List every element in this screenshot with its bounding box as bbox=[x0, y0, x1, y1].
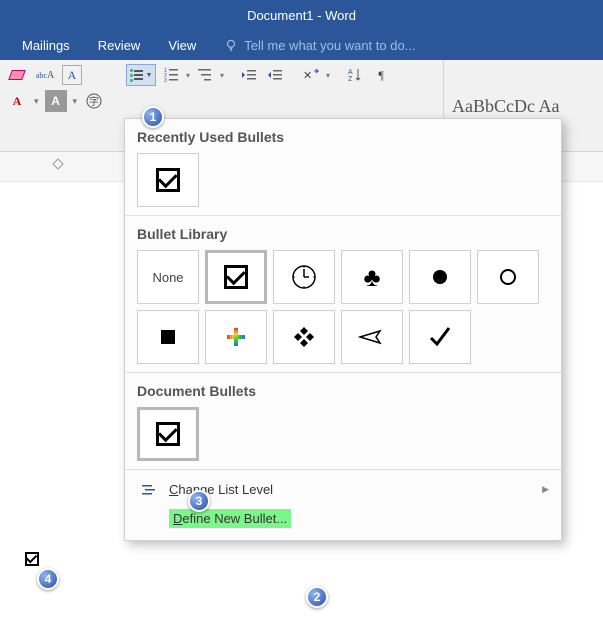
submenu-arrow-icon: ▶ bbox=[542, 484, 549, 495]
enclose-characters-button[interactable]: 字 bbox=[83, 90, 105, 112]
annotation-badge-4: 4 bbox=[37, 568, 59, 590]
chevron-down-icon: ▼ bbox=[146, 72, 153, 79]
phonetic-button[interactable]: abcA bbox=[34, 64, 56, 86]
multilevel-caret-icon[interactable]: ▾ bbox=[220, 71, 224, 80]
character-border-button[interactable]: A bbox=[62, 65, 82, 85]
recent-bullet-checkbox[interactable] bbox=[137, 153, 199, 207]
document-bullets-header: Document Bullets bbox=[125, 373, 561, 407]
svg-text:3: 3 bbox=[164, 78, 167, 83]
library-bullet-diamond4[interactable] bbox=[273, 310, 335, 364]
annotation-badge-2: 2 bbox=[306, 586, 328, 608]
font-group: abcA A A ▾ A ▾ 字 bbox=[0, 60, 111, 151]
checkmark-icon bbox=[427, 324, 453, 350]
library-bullet-clock[interactable] bbox=[273, 250, 335, 304]
library-bullet-check[interactable] bbox=[409, 310, 471, 364]
paragraph-group: 123 ▾ ▾ ✕ ▾ AZ ¶ bbox=[160, 64, 392, 86]
svg-text:✕: ✕ bbox=[303, 70, 312, 82]
library-bullet-club[interactable]: ♣ bbox=[341, 250, 403, 304]
svg-text:Z: Z bbox=[348, 76, 353, 83]
library-bullet-none[interactable]: None bbox=[137, 250, 199, 304]
arrow-icon bbox=[358, 328, 386, 346]
numbering-caret-icon[interactable]: ▾ bbox=[186, 71, 190, 80]
recently-used-header: Recently Used Bullets bbox=[125, 119, 561, 153]
ribbon-tab-strip: Mailings Review View Tell me what you wa… bbox=[0, 30, 603, 60]
tell-me-placeholder: Tell me what you want to do... bbox=[244, 38, 415, 53]
annotation-badge-1: 1 bbox=[142, 106, 164, 128]
style-preview-normal: AaBbCcDc Aa bbox=[452, 96, 559, 117]
bullets-lines-icon bbox=[134, 70, 143, 80]
change-level-icon bbox=[141, 484, 157, 496]
checkbox-icon bbox=[224, 265, 248, 289]
titlebar: Document1 - Word bbox=[0, 0, 603, 30]
bullets-icon bbox=[130, 69, 133, 82]
clock-icon bbox=[291, 264, 317, 290]
enclose-icon: 字 bbox=[85, 92, 103, 110]
bullets-dropdown-button[interactable]: ▼ bbox=[126, 64, 156, 86]
eraser-icon bbox=[8, 70, 26, 80]
multilevel-list-button[interactable] bbox=[194, 64, 216, 86]
define-new-bullet-label: Define New Bullet... bbox=[169, 509, 291, 528]
library-bullet-colorplus[interactable] bbox=[205, 310, 267, 364]
four-diamond-icon bbox=[292, 325, 316, 349]
text-dir-caret-icon[interactable]: ▾ bbox=[326, 71, 330, 80]
clear-format-button[interactable] bbox=[6, 64, 28, 86]
text-direction-button[interactable]: ✕ bbox=[300, 64, 322, 86]
tell-me-search[interactable]: Tell me what you want to do... bbox=[210, 34, 429, 57]
bullets-dropdown-menu: Recently Used Bullets Bullet Library Non… bbox=[124, 118, 562, 541]
library-bullet-circle[interactable] bbox=[477, 250, 539, 304]
library-bullet-arrow[interactable] bbox=[341, 310, 403, 364]
tab-view[interactable]: View bbox=[154, 34, 210, 57]
annotation-badge-3: 3 bbox=[188, 490, 210, 512]
font-color-caret-icon[interactable]: ▾ bbox=[34, 96, 39, 107]
increase-indent-button[interactable] bbox=[264, 64, 286, 86]
decrease-indent-button[interactable] bbox=[238, 64, 260, 86]
lightbulb-icon bbox=[224, 38, 238, 52]
ruler-indent-marker[interactable] bbox=[52, 158, 63, 169]
disc-icon bbox=[433, 270, 447, 284]
document-bullet-checkbox[interactable] bbox=[137, 407, 199, 461]
library-bullet-disc[interactable] bbox=[409, 250, 471, 304]
checkbox-icon bbox=[25, 552, 39, 566]
club-icon: ♣ bbox=[363, 262, 380, 293]
checkbox-icon bbox=[156, 168, 180, 192]
window-title: Document1 - Word bbox=[247, 8, 356, 23]
highlight-color-button[interactable]: A bbox=[45, 90, 67, 112]
library-bullet-square[interactable] bbox=[137, 310, 199, 364]
show-hide-button[interactable]: ¶ bbox=[370, 64, 392, 86]
highlight-caret-icon[interactable]: ▾ bbox=[73, 96, 78, 107]
sort-button[interactable]: AZ bbox=[344, 64, 366, 86]
tab-mailings[interactable]: Mailings bbox=[8, 34, 84, 57]
svg-text:字: 字 bbox=[89, 95, 99, 108]
numbering-button[interactable]: 123 bbox=[160, 64, 182, 86]
font-color-button[interactable]: A bbox=[6, 90, 28, 112]
checkbox-icon bbox=[156, 422, 180, 446]
square-icon bbox=[161, 330, 175, 344]
color-plus-icon bbox=[227, 328, 245, 346]
circle-icon bbox=[500, 269, 516, 285]
tab-review[interactable]: Review bbox=[84, 34, 155, 57]
svg-text:A: A bbox=[348, 69, 353, 76]
document-checkbox-bullet bbox=[25, 552, 39, 566]
library-bullet-checkbox[interactable] bbox=[205, 250, 267, 304]
bullet-library-header: Bullet Library bbox=[125, 216, 561, 250]
change-list-level-label: Change List Level bbox=[169, 482, 273, 497]
